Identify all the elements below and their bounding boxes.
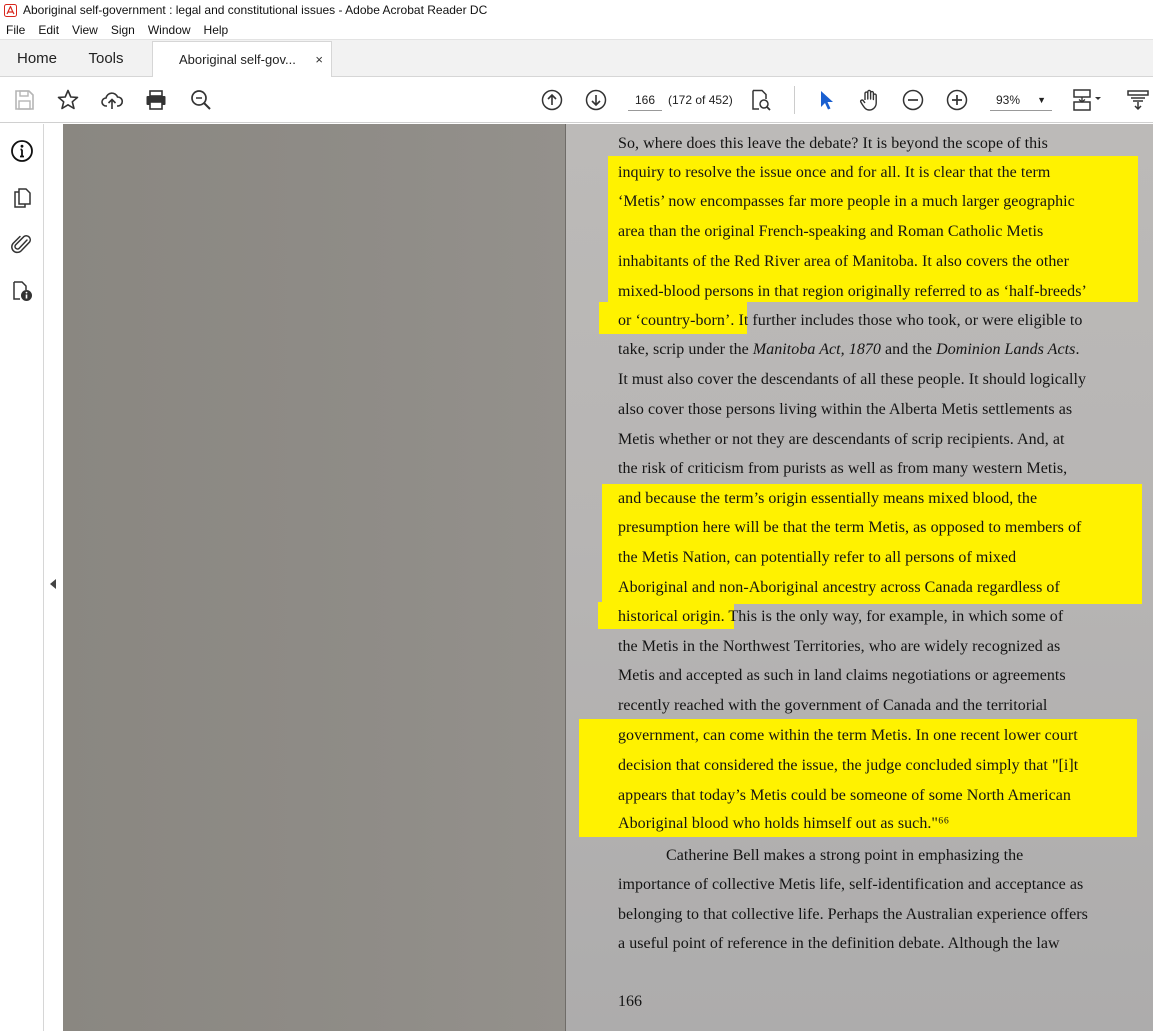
tab-tools[interactable]: Tools <box>74 40 138 76</box>
chevron-down-icon: ▼ <box>1037 94 1046 105</box>
more-tools-icon[interactable] <box>1126 88 1150 112</box>
text-line: belonging to that collective life. Perha… <box>618 906 1088 923</box>
tab-document-label: Aboriginal self-gov... <box>179 52 296 67</box>
text-line: presumption here will be that the term M… <box>618 519 1082 536</box>
hand-tool-icon[interactable] <box>857 88 881 112</box>
document-gutter <box>63 124 565 1031</box>
menu-window[interactable]: Window <box>148 23 191 37</box>
menu-help[interactable]: Help <box>204 23 229 37</box>
page-display-icon[interactable] <box>1071 88 1105 112</box>
page-number-input[interactable] <box>628 89 662 111</box>
print-icon[interactable] <box>144 88 168 112</box>
document-view[interactable]: So, where does this leave the debate? It… <box>45 124 1153 1031</box>
text-line: decision that considered the issue, the … <box>618 757 1079 774</box>
text-line: importance of collective Metis life, sel… <box>618 876 1084 893</box>
menu-sign[interactable]: Sign <box>111 23 135 37</box>
info-icon[interactable] <box>10 139 34 163</box>
save-icon[interactable] <box>12 88 36 112</box>
page-footer-number: 166 <box>618 993 642 1010</box>
window-title: Aboriginal self-government : legal and c… <box>23 3 488 17</box>
text-line: appears that today’s Metis could be some… <box>618 787 1071 804</box>
zoom-dropdown[interactable]: 93% ▼ <box>990 89 1052 111</box>
text-line: Aboriginal blood who holds himself out a… <box>618 815 950 832</box>
menu-file[interactable]: File <box>6 23 25 37</box>
acrobat-logo-icon <box>4 3 17 17</box>
text-line: or ‘country-born’. It further includes t… <box>618 312 1083 329</box>
text-line: inquiry to resolve the issue once and fo… <box>618 164 1051 181</box>
zoom-search-icon[interactable] <box>189 88 213 112</box>
tab-home[interactable]: Home <box>0 40 74 76</box>
zoom-out-icon[interactable] <box>901 88 925 112</box>
close-tab-icon[interactable]: × <box>315 52 323 67</box>
tab-bar: Home Tools Aboriginal self-gov... × <box>0 40 1153 77</box>
page-search-icon[interactable] <box>748 88 772 112</box>
text-line: government, can come within the term Met… <box>618 727 1078 744</box>
toolbar-separator <box>794 86 795 114</box>
select-tool-icon[interactable] <box>814 88 838 112</box>
text-line: the Metis Nation, can potentially refer … <box>618 549 1017 566</box>
attachment-icon[interactable] <box>10 232 34 256</box>
page-count: (172 of 452) <box>668 93 733 107</box>
text-line: a useful point of reference in the defin… <box>618 935 1060 952</box>
text-line: Aboriginal and non-Aboriginal ancestry a… <box>618 579 1060 596</box>
pdf-page[interactable]: So, where does this leave the debate? It… <box>566 124 1153 1031</box>
zoom-value: 93% <box>996 92 1021 107</box>
text-line: the risk of criticism from purists as we… <box>618 460 1068 477</box>
text-line: inhabitants of the Red River area of Man… <box>618 253 1069 270</box>
page-thumbnails-icon[interactable] <box>10 186 34 210</box>
text-line: It must also cover the descendants of al… <box>618 371 1087 388</box>
text-line: ‘Metis’ now encompasses far more people … <box>618 193 1075 210</box>
text-line: the Metis in the Northwest Territories, … <box>618 638 1061 655</box>
toolbar: (172 of 452) 93% ▼ <box>0 77 1153 123</box>
next-page-icon[interactable] <box>584 88 608 112</box>
tab-document[interactable]: Aboriginal self-gov... × <box>152 41 332 77</box>
text-line: and because the term’s origin essentiall… <box>618 490 1038 507</box>
text-line: also cover those persons living within t… <box>618 401 1073 418</box>
text-line: take, scrip under the Manitoba Act, 1870… <box>618 341 1080 358</box>
menu-bar: File Edit View Sign Window Help <box>0 20 1153 40</box>
text-line: historical origin. This is the only way,… <box>618 608 1064 625</box>
text-line: Metis and accepted as such in land claim… <box>618 667 1066 684</box>
previous-page-icon[interactable] <box>540 88 564 112</box>
menu-edit[interactable]: Edit <box>38 23 59 37</box>
title-bar: Aboriginal self-government : legal and c… <box>0 0 1153 20</box>
bookmark-star-icon[interactable] <box>56 88 80 112</box>
left-rail <box>0 124 44 1031</box>
text-line: Metis whether or not they are descendant… <box>618 431 1065 448</box>
document-properties-icon[interactable] <box>10 279 34 303</box>
text-line: So, where does this leave the debate? It… <box>618 135 1048 152</box>
text-line: area than the original French-speaking a… <box>618 223 1044 240</box>
left-panel-toggle[interactable] <box>45 124 63 1031</box>
zoom-in-icon[interactable] <box>945 88 969 112</box>
text-line: recently reached with the government of … <box>618 697 1048 714</box>
text-line: Catherine Bell makes a strong point in e… <box>666 847 1024 864</box>
collapse-arrow-icon <box>50 579 56 589</box>
text-line: mixed-blood persons in that region origi… <box>618 283 1087 300</box>
menu-view[interactable]: View <box>72 23 98 37</box>
upload-cloud-icon[interactable] <box>100 88 124 112</box>
